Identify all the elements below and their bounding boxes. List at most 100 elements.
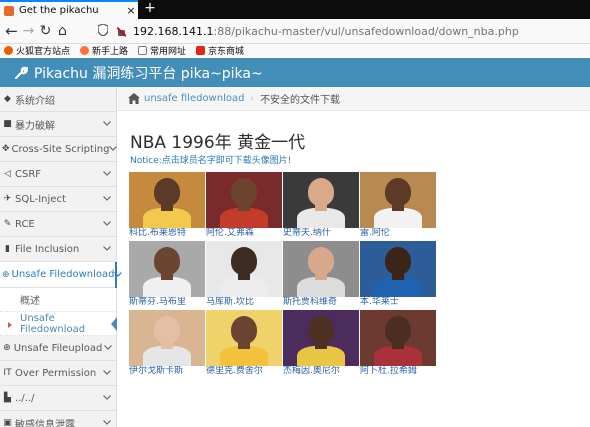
trash-icon: ▣ (3, 418, 12, 427)
sidebar-item-csrf[interactable]: ◁ CSRF (0, 162, 116, 187)
sidebar-item-unsafe-fileupload[interactable]: ⊕ Unsafe Fileupload (0, 336, 116, 361)
back-arrow-icon[interactable]: ← (3, 21, 20, 41)
player-photo (206, 241, 282, 297)
sidebar-item-file-inclusion[interactable]: ▮ File Inclusion (0, 237, 116, 262)
chevron-down-icon (101, 119, 113, 129)
text-height-icon: IT (3, 368, 12, 378)
app-title[interactable]: Pikachu 漏洞练习平台 pika~pika~ (34, 63, 263, 83)
sidebar-item-label: ../../ (15, 392, 35, 404)
player-card: 本.华莱士 (360, 241, 436, 308)
player-download-link[interactable]: 斯蒂芬.马布里 (129, 297, 205, 308)
player-photo (206, 310, 282, 366)
bookmark-item[interactable]: 新手上路 (80, 44, 128, 57)
page-title: NBA 1996年 黄金一代 (130, 133, 306, 153)
chevron-down-icon (109, 144, 118, 154)
tracking-shield-icon[interactable] (97, 23, 111, 39)
jd-icon (196, 46, 206, 55)
share-icon: ◁ (4, 169, 11, 179)
chevron-down-icon (101, 418, 113, 427)
notice-text: Notice:点击球员名字即可下载头像图片! (130, 156, 292, 166)
player-download-link[interactable]: 伊尔戈斯卡斯 (129, 366, 205, 377)
player-photo (360, 241, 436, 297)
sidebar-item-label: 暴力破解 (15, 120, 55, 132)
player-card: 科比.布莱恩特 (129, 172, 205, 239)
player-photo (206, 172, 282, 228)
bookmark-item[interactable]: 京东商城 (196, 44, 244, 57)
breadcrumb-link[interactable]: unsafe filedownload (144, 93, 244, 104)
pikachu-favicon-icon (4, 5, 14, 16)
player-photo (283, 241, 359, 297)
insecure-lock-icon[interactable] (115, 25, 129, 39)
player-photo (129, 310, 205, 366)
wrench-icon (15, 66, 28, 79)
sidebar-item-0[interactable]: ◆ 系统介绍 (0, 87, 116, 112)
chevron-down-icon (101, 244, 113, 254)
player-card: 马库斯.坎比 (206, 241, 282, 308)
player-photo (129, 241, 205, 297)
chevron-down-icon (101, 194, 113, 204)
app-header: Pikachu 漏洞练习平台 pika~pika~ (0, 58, 590, 87)
bookmark-label: 新手上路 (92, 47, 129, 57)
sidebar-item-label: Cross-Site Scripting (11, 143, 110, 155)
sidebar-item-label: 敏感信息泄露 (15, 419, 75, 427)
player-download-link[interactable]: 本.华莱士 (360, 297, 436, 308)
player-card: 斯蒂芬.马布里 (129, 241, 205, 308)
sidebar-item-rce[interactable]: ✎ RCE (0, 212, 116, 237)
close-tab-icon[interactable]: × (124, 4, 138, 17)
player-download-link[interactable]: 雷.阿伦 (360, 228, 436, 239)
sidebar-subitem[interactable]: 概述 (0, 288, 116, 312)
firefox-icon (80, 46, 90, 55)
sidebar-item-unsafe-filedownload[interactable]: ⊕ Unsafe Filedownload (0, 262, 123, 288)
chevron-down-icon (102, 343, 113, 353)
chevron-down-icon (101, 368, 113, 378)
player-download-link[interactable]: 科比.布莱恩特 (129, 228, 205, 239)
bookmarks-toolbar: 火狐官方站点 新手上路 常用网址 京东商城 (0, 44, 590, 57)
chevron-down-icon (114, 270, 123, 280)
bar-chart-icon: ▙ (4, 393, 11, 403)
player-download-link[interactable]: 阿卜杜.拉希姆 (360, 366, 436, 377)
sidebar-item-cross-site-scripting[interactable]: ✥ Cross-Site Scripting (0, 137, 118, 162)
sidebar: ◆ 系统介绍 ■ 暴力破解 ✥ Cross-Site Scripting ◁ CSRF ✈ SQL… (0, 87, 123, 427)
player-photo (283, 310, 359, 366)
folder-icon (138, 46, 148, 55)
sidebar-item-11[interactable]: ▣ 敏感信息泄露 (0, 411, 116, 427)
main-content: NBA 1996年 黄金一代 Notice:点击球员名字即可下载头像图片! 科比… (128, 111, 590, 427)
player-download-link[interactable]: 杰梅因.奥尼尔 (283, 366, 359, 377)
sidebar-item-label: RCE (15, 218, 35, 230)
fighter-icon: ✈ (3, 194, 12, 204)
sidebar-item-label: SQL-Inject (15, 193, 66, 205)
sidebar-item-sql-inject[interactable]: ✈ SQL-Inject (0, 187, 116, 212)
player-card: 史蒂夫.纳什 (283, 172, 359, 239)
browser-tab[interactable]: Get the pikachu × (0, 0, 138, 19)
tab-title: Get the pikachu (19, 5, 99, 16)
file-icon: ▮ (5, 244, 10, 254)
player-download-link[interactable]: 德里克.费舍尔 (206, 366, 282, 377)
bookmark-label: 京东商城 (208, 47, 245, 57)
breadcrumb-current: 不安全的文件下载 (260, 95, 341, 106)
forward-arrow-icon[interactable]: → (20, 21, 37, 41)
player-download-link[interactable]: 斯托贾科维奇 (283, 297, 359, 308)
reload-icon[interactable]: ↻ (37, 21, 54, 41)
chevron-down-icon (101, 169, 113, 179)
chevron-down-icon (101, 393, 113, 403)
home-button-icon[interactable]: ⌂ (54, 21, 71, 41)
sidebar-subitem[interactable]: Unsafe Filedownload (0, 312, 117, 336)
sidebar-item-1[interactable]: ■ 暴力破解 (0, 112, 116, 137)
address-bar[interactable]: 192.168.141.1 :88/pikachu-master/vul/uns… (97, 22, 590, 41)
sidebar-item-over-permission[interactable]: IT Over Permission (0, 361, 116, 386)
new-tab-button[interactable]: + (142, 0, 158, 19)
player-download-link[interactable]: 阿伦.艾弗森 (206, 228, 282, 239)
bookmark-item[interactable]: 火狐官方站点 (4, 44, 70, 57)
sidebar-item-label: Over Permission (15, 367, 97, 379)
upload-icon: ⊕ (3, 343, 11, 353)
sidebar-item-10[interactable]: ▙ ../../ (0, 386, 116, 411)
url-host: 192.168.141.1 (133, 25, 214, 38)
player-photo (129, 172, 205, 228)
breadcrumb-separator: › (250, 93, 255, 104)
bookmark-item[interactable]: 常用网址 (138, 44, 186, 57)
player-photo (283, 172, 359, 228)
player-download-link[interactable]: 马库斯.坎比 (206, 297, 282, 308)
player-download-link[interactable]: 史蒂夫.纳什 (283, 228, 359, 239)
player-card: 德里克.费舍尔 (206, 310, 282, 377)
bookmark-label: 火狐官方站点 (16, 47, 71, 57)
